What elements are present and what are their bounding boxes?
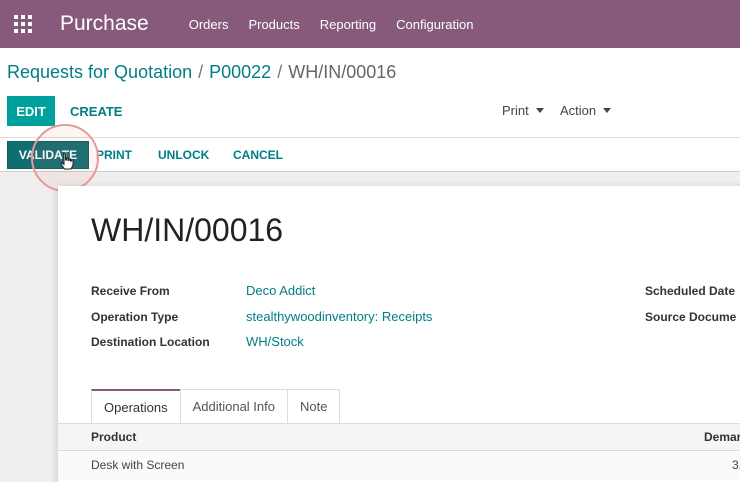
field-label-operation-type: Operation Type — [91, 310, 179, 324]
column-product[interactable]: Product — [91, 430, 136, 444]
notebook-tabs: Operations Additional Info Note — [91, 389, 341, 423]
hand-cursor-icon — [60, 152, 74, 170]
field-value-receive-from[interactable]: Deco Addict — [246, 283, 315, 298]
print-dropdown[interactable]: Print — [502, 103, 544, 118]
control-panel: Requests for Quotation / P00022/WH/IN/0001… — [0, 48, 740, 138]
menu-configuration[interactable]: Configuration — [396, 17, 473, 32]
menu-reporting[interactable]: Reporting — [320, 17, 376, 32]
tab-operations[interactable]: Operations — [91, 389, 181, 423]
unlock-button[interactable]: UNLOCK — [158, 141, 209, 169]
top-navbar: Purchase Orders Products Reporting Confi… — [0, 0, 740, 48]
apps-menu-icon[interactable] — [0, 0, 46, 48]
menu-products[interactable]: Products — [248, 17, 299, 32]
status-bar: VALIDATE PRINT UNLOCK CANCEL — [0, 138, 740, 172]
field-label-destination-location: Destination Location — [91, 335, 210, 349]
cell-demand: 3. — [732, 458, 740, 472]
action-dropdown-label: Action — [560, 103, 597, 118]
print-dropdown-label: Print — [502, 103, 529, 118]
record-title: WH/IN/00016 — [91, 212, 284, 248]
tab-note[interactable]: Note — [287, 389, 341, 423]
table-header: Product Demar — [58, 423, 740, 451]
caret-down-icon — [535, 108, 544, 113]
breadcrumb: Requests for Quotation / P00022/WH/IN/0001… — [7, 62, 397, 82]
breadcrumb-rfq[interactable]: Requests for Quotation — [7, 62, 192, 82]
breadcrumb-current: WH/IN/00016 — [288, 62, 397, 82]
field-label-source-document: Source Docume — [645, 310, 737, 324]
field-value-operation-type[interactable]: stealthywoodinventory: Receipts — [246, 309, 432, 324]
caret-down-icon — [603, 108, 612, 113]
tab-additional-info[interactable]: Additional Info — [179, 389, 288, 423]
cell-product: Desk with Screen — [91, 458, 185, 472]
table-row[interactable]: Desk with Screen 3. — [58, 452, 740, 480]
action-dropdown[interactable]: Action — [560, 103, 612, 118]
app-title: Purchase — [60, 12, 149, 35]
form-sheet: WH/IN/00016 Receive From Deco Addict Ope… — [58, 186, 740, 482]
create-button[interactable]: CREATE — [70, 96, 122, 126]
print-button[interactable]: PRINT — [96, 141, 132, 169]
cancel-button[interactable]: CANCEL — [233, 141, 283, 169]
field-value-destination-location[interactable]: WH/Stock — [246, 334, 304, 349]
breadcrumb-po[interactable]: P00022 — [209, 62, 271, 82]
column-demand[interactable]: Demar — [704, 430, 740, 444]
field-label-scheduled-date: Scheduled Date — [645, 284, 736, 298]
field-label-receive-from: Receive From — [91, 284, 170, 298]
edit-button[interactable]: EDIT — [7, 96, 55, 126]
validate-button[interactable]: VALIDATE — [7, 141, 89, 169]
menu-orders[interactable]: Orders — [189, 17, 229, 32]
